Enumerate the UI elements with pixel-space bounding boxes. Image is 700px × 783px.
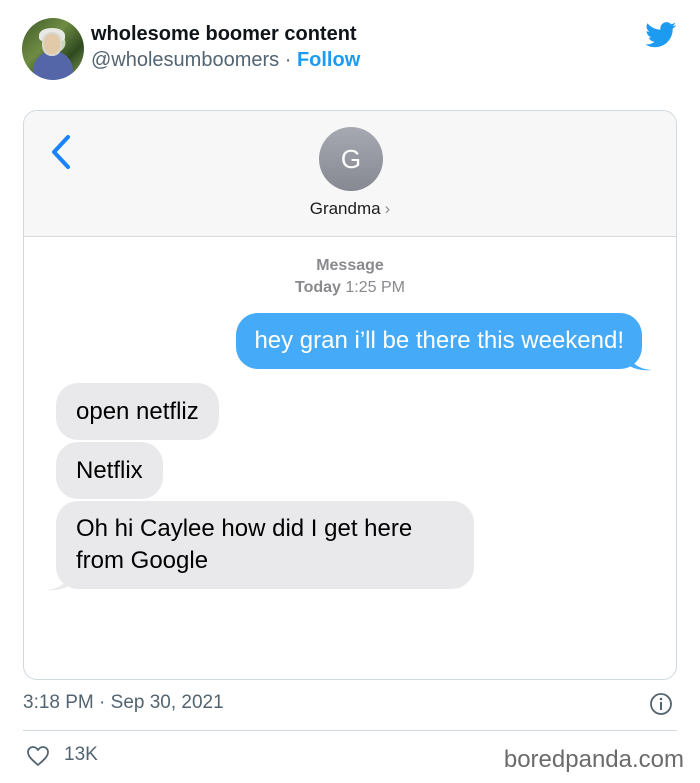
tweet-header: wholesome boomer content @wholesumboomer… [22,18,682,82]
user-handle[interactable]: @wholesumboomers [91,49,279,71]
info-icon[interactable] [649,692,673,716]
service-label: Message [316,257,384,274]
contact-name-label: Grandma [309,199,381,218]
follow-button[interactable]: Follow [297,49,360,71]
like-count[interactable]: 13K [64,744,98,766]
message-bubble-incoming[interactable]: open netfliz [56,383,219,440]
message-bubble-outgoing[interactable]: hey gran i’ll be there this weekend! [236,313,642,369]
contact-avatar[interactable]: G [319,127,383,191]
timestamp-day: Today [295,279,341,296]
message-bubble-incoming[interactable]: Netflix [56,442,163,499]
avatar-face [42,32,62,56]
contact-name[interactable]: Grandma › [24,199,676,219]
profile-avatar[interactable] [22,18,84,80]
chevron-left-icon[interactable] [48,133,76,171]
display-name[interactable]: wholesome boomer content [91,23,357,46]
message-bubble-incoming[interactable]: Oh hi Caylee how did I get here from Goo… [56,501,474,589]
watermark: boredpanda.com [503,746,684,773]
message-timestamp: Today 1:25 PM [24,279,676,297]
twitter-bird-icon[interactable] [645,22,677,48]
handle-line: @wholesumboomers · Follow [91,49,360,72]
conversation-header: G Grandma › [24,111,676,237]
imessage-screenshot: G Grandma › Message Today 1:25 PM hey gra… [23,110,677,680]
chevron-right-icon: › [384,199,391,218]
divider [23,730,677,731]
tweet-timestamp[interactable]: 3:18 PM · Sep 30, 2021 [23,692,224,714]
separator-dot: · [279,49,297,71]
timestamp-time: 1:25 PM [340,279,405,296]
heart-icon[interactable] [26,745,50,767]
